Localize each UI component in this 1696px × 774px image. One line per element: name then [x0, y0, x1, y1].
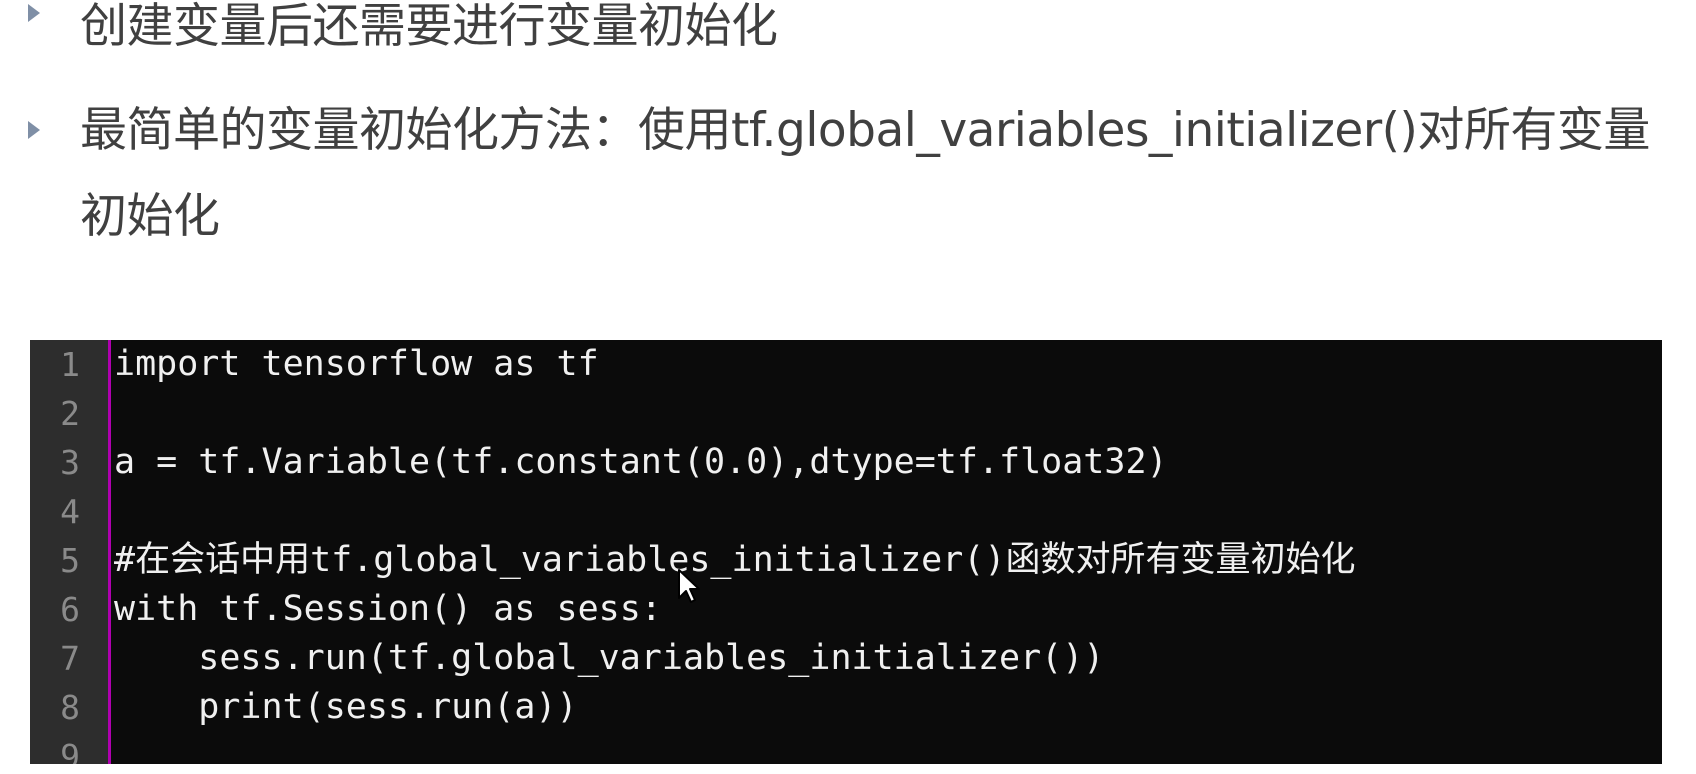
- code-line: 3 a = tf.Variable(tf.constant(0.0),dtype…: [30, 438, 1662, 487]
- line-number: 3: [60, 443, 80, 482]
- line-number: 8: [60, 688, 80, 727]
- bullet-item: 最简单的变量初始化方法：使用tf.global_variables_initia…: [0, 88, 1696, 260]
- line-number: 4: [60, 492, 80, 531]
- code-line: 7 sess.run(tf.global_variables_initializ…: [30, 634, 1662, 683]
- code-text: a = tf.Variable(tf.constant(0.0),dtype=t…: [114, 442, 1168, 482]
- bullet-item: 创建变量后还需要进行变量初始化: [0, 0, 1696, 70]
- bullet-text: 创建变量后还需要进行变量初始化: [80, 0, 778, 54]
- code-line: 9: [30, 732, 1662, 764]
- line-number: 2: [60, 394, 80, 433]
- line-number: 7: [60, 639, 80, 678]
- code-text: sess.run(tf.global_variables_initializer…: [114, 638, 1105, 678]
- triangle-right-icon: [28, 121, 40, 139]
- code-text: print(sess.run(a)): [114, 687, 578, 727]
- line-number: 5: [60, 541, 80, 580]
- line-number: 1: [60, 345, 80, 384]
- code-text: with tf.Session() as sess:: [114, 589, 662, 629]
- code-text: #在会话中用tf.global_variables_initializer()函…: [114, 540, 1356, 580]
- code-line: 6 with tf.Session() as sess:: [30, 585, 1662, 634]
- code-line: 5 #在会话中用tf.global_variables_initializer(…: [30, 536, 1662, 585]
- code-line: 1 import tensorflow as tf: [30, 340, 1662, 389]
- code-block: 1 import tensorflow as tf 2 3 a = tf.Var…: [30, 340, 1662, 764]
- line-number: 9: [60, 737, 80, 764]
- code-line: 2: [30, 389, 1662, 438]
- mouse-pointer-icon: [678, 569, 700, 603]
- code-line: 4: [30, 487, 1662, 536]
- bullet-text: 最简单的变量初始化方法：使用tf.global_variables_initia…: [80, 103, 1650, 244]
- code-text: import tensorflow as tf: [114, 344, 599, 384]
- triangle-right-icon: [28, 4, 40, 22]
- code-line: 8 print(sess.run(a)): [30, 683, 1662, 732]
- line-number: 6: [60, 590, 80, 629]
